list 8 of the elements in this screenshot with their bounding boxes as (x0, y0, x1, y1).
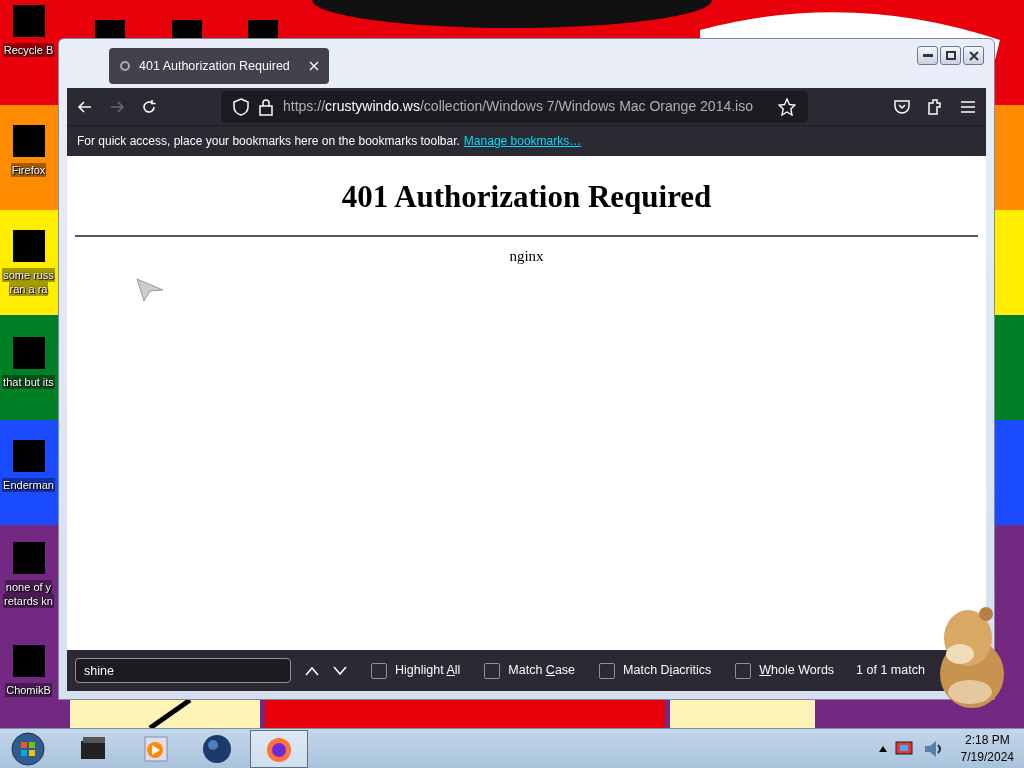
network-icon[interactable] (894, 739, 915, 758)
clock-date[interactable]: 7/19/2024 (960, 748, 1014, 766)
speaker-icon[interactable] (922, 738, 943, 759)
taskbar-button[interactable] (250, 729, 308, 768)
globe-icon (201, 732, 233, 765)
tray-arrow-icon[interactable] (878, 745, 887, 752)
clock-time[interactable]: 2:18 PM (960, 731, 1014, 749)
start-button[interactable] (8, 729, 48, 768)
